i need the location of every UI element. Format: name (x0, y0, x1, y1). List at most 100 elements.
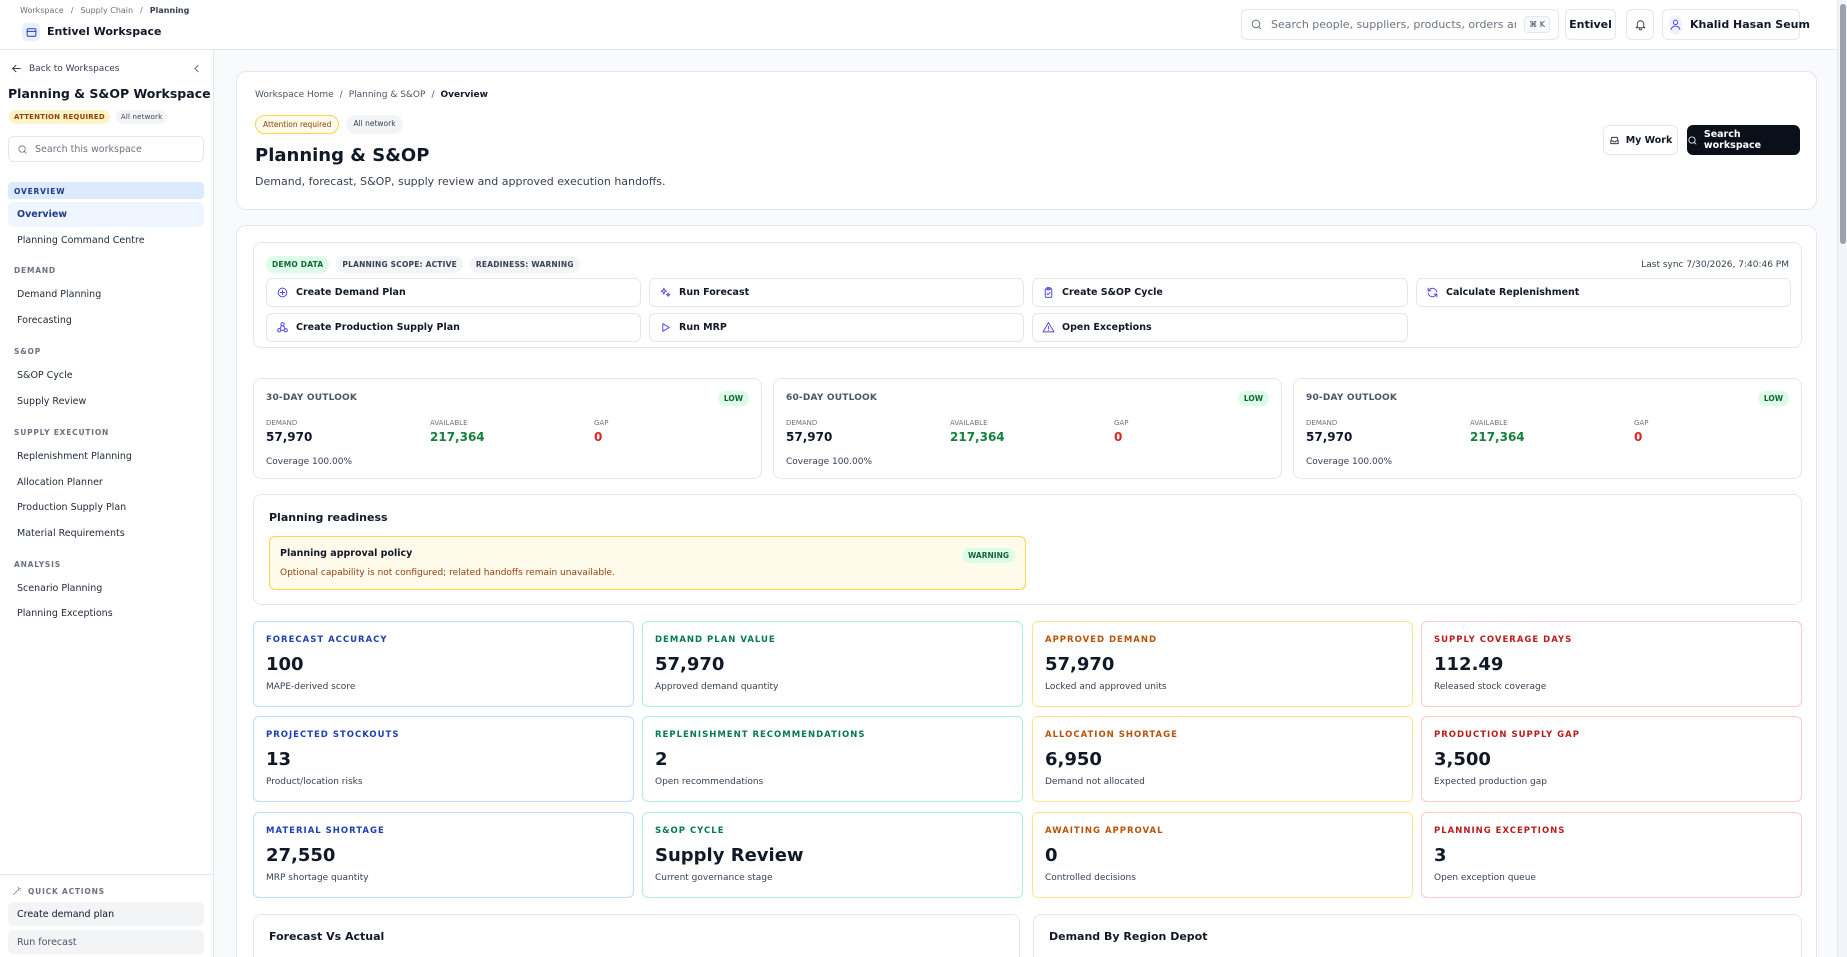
create-production-supply-plan-button[interactable]: Create Production Supply Plan (266, 313, 641, 342)
collapse-sidebar-button[interactable] (190, 62, 203, 75)
warning-badge: WARNING (961, 548, 1015, 563)
notifications-button[interactable] (1626, 9, 1654, 40)
search-icon (18, 144, 27, 154)
kpi-caption: MAPE-derived score (266, 682, 356, 692)
quick-actions-divider (0, 874, 214, 875)
run-forecast-label: Run Forecast (679, 287, 750, 298)
sidebar-item-supply-review[interactable]: Supply Review (17, 396, 86, 407)
search-workspace-button[interactable]: Search workspace (1687, 125, 1800, 155)
open-exceptions-label: Open Exceptions (1062, 322, 1152, 333)
wand-icon (13, 886, 22, 895)
demand-value: 57,970 (266, 430, 313, 444)
breadcrumb: Workspace Home / Planning & S&OP / Overvie… (255, 90, 488, 100)
kpi-production-supply-gap[interactable]: PRODUCTION SUPPLY GAP 3,500 Expected produ… (1421, 716, 1802, 802)
workspace-name[interactable]: Entivel Workspace (47, 25, 161, 38)
sidebar-item-demand-planning[interactable]: Demand Planning (17, 289, 101, 300)
kpi-value: 0 (1045, 845, 1058, 866)
coverage: Coverage 100.00% (786, 457, 873, 467)
kpi-allocation-shortage[interactable]: ALLOCATION SHORTAGE 6,950 Demand not alloc… (1032, 716, 1413, 802)
kpi-awaiting-approval[interactable]: AWAITING APPROVAL 0 Controlled decisions (1032, 812, 1413, 898)
breadcrumb-supply-chain[interactable]: Supply Chain (80, 6, 133, 15)
page-scrollbar[interactable] (1837, 0, 1847, 957)
overview-panel: DEMO DATA PLANNING SCOPE: ACTIVE READINE… (236, 225, 1817, 957)
scrollbar-thumb[interactable] (1840, 4, 1846, 244)
kpi-planning-exceptions[interactable]: PLANNING EXCEPTIONS 3 Open exception queue (1421, 812, 1802, 898)
create-demand-plan-button[interactable]: Create Demand Plan (266, 278, 641, 307)
clipboard-icon (1044, 287, 1053, 298)
outlook-card-30: 30-DAY OUTLOOK LOW DEMAND 57,970 AVAILAB… (253, 378, 762, 479)
kpi-supply-coverage-days[interactable]: SUPPLY COVERAGE DAYS 112.49 Released stock… (1421, 621, 1802, 707)
kpi-sop-cycle[interactable]: S&OP CYCLE Supply Review Current governanc… (642, 812, 1023, 898)
sidebar-item-allocation-planner[interactable]: Allocation Planner (17, 477, 103, 488)
sidebar-item-sop-cycle[interactable]: S&OP Cycle (17, 370, 73, 381)
coverage: Coverage 100.00% (266, 457, 353, 467)
kpi-projected-stockouts[interactable]: PROJECTED STOCKOUTS 13 Product/location ri… (253, 716, 634, 802)
kpi-material-shortage[interactable]: MATERIAL SHORTAGE 27,550 MRP shortage quan… (253, 812, 634, 898)
global-search-input[interactable]: Search people, suppliers, products, orde… (1241, 9, 1559, 40)
kpi-approved-demand[interactable]: APPROVED DEMAND 57,970 Locked and approved… (1032, 621, 1413, 707)
search-shortcut: ⌘ K (1524, 16, 1550, 33)
inbox-icon (1610, 136, 1619, 144)
kpi-caption: Current governance stage (655, 873, 773, 883)
kpi-demand-plan-value[interactable]: DEMAND PLAN VALUE 57,970 Approved demand q… (642, 621, 1023, 707)
chart-title: Forecast Vs Actual (269, 930, 385, 943)
kpi-replenishment-recommendations[interactable]: REPLENISHMENT RECOMMENDATIONS 2 Open recom… (642, 716, 1023, 802)
policy-title: Planning approval policy (280, 548, 413, 559)
section-analysis: ANALYSIS (14, 560, 61, 569)
outlook-risk-badge: LOW (1237, 391, 1269, 406)
sidebar-item-planning-command-centre[interactable]: Planning Command Centre (17, 235, 145, 246)
run-forecast-button[interactable]: Run Forecast (649, 278, 1024, 307)
quick-actions-label: QUICK ACTIONS (28, 886, 105, 896)
quick-actions-heading: QUICK ACTIONS (12, 886, 105, 896)
demand-label: DEMAND (786, 419, 818, 427)
breadcrumb-workspace-home[interactable]: Workspace Home (255, 90, 334, 100)
workspace-search-placeholder: Search this workspace (35, 143, 142, 155)
back-to-workspaces-link[interactable]: Back to Workspaces (10, 62, 120, 75)
kpi-label: PRODUCTION SUPPLY GAP (1434, 730, 1580, 740)
chevron-left-icon (194, 64, 199, 73)
planning-scope-badge: PLANNING SCOPE: ACTIVE (336, 256, 463, 273)
run-mrp-label: Run MRP (679, 322, 727, 333)
sparkles-icon (660, 287, 671, 297)
sidebar-item-overview[interactable]: Overview (8, 202, 204, 227)
kpi-value: Supply Review (655, 845, 804, 866)
kpi-caption: Locked and approved units (1045, 682, 1167, 692)
user-menu-button[interactable]: Khalid Hasan Seum (1662, 9, 1810, 40)
calculate-replenishment-button[interactable]: Calculate Replenishment (1416, 278, 1791, 307)
demand-value: 57,970 (1306, 430, 1353, 444)
create-sop-cycle-button[interactable]: Create S&OP Cycle (1032, 278, 1408, 307)
workspace-search-input[interactable]: Search this workspace (8, 136, 204, 162)
kpi-caption: Approved demand quantity (655, 682, 779, 692)
kpi-value: 57,970 (1045, 654, 1115, 675)
sidebar-item-scenario-planning[interactable]: Scenario Planning (17, 583, 102, 594)
available-label: AVAILABLE (1470, 419, 1508, 427)
kpi-forecast-accuracy[interactable]: FORECAST ACCURACY 100 MAPE-derived score (253, 621, 634, 707)
sidebar-item-replenishment-planning[interactable]: Replenishment Planning (17, 451, 132, 462)
coverage: Coverage 100.00% (1306, 457, 1393, 467)
breadcrumb-workspace[interactable]: Workspace (20, 6, 64, 15)
my-work-button[interactable]: My Work (1603, 125, 1678, 155)
kpi-value: 2 (655, 749, 668, 770)
status-badges: DEMO DATA PLANNING SCOPE: ACTIVE READINE… (266, 256, 580, 273)
kpi-label: SUPPLY COVERAGE DAYS (1434, 635, 1573, 645)
search-workspace-label: Search workspace (1703, 129, 1762, 151)
kpi-caption: Open exception queue (1434, 873, 1536, 883)
quick-action-create-demand-plan[interactable]: Create demand plan (8, 902, 204, 926)
quick-action-run-forecast[interactable]: Run forecast (8, 930, 204, 954)
forecast-vs-actual-card: Forecast Vs Actual (253, 914, 1020, 957)
approval-policy-alert: Planning approval policy Optional capabi… (269, 536, 1026, 590)
sidebar-item-production-supply-plan[interactable]: Production Supply Plan (17, 502, 126, 513)
available-value: 217,364 (430, 430, 485, 444)
run-mrp-button[interactable]: Run MRP (649, 313, 1024, 342)
kpi-caption: Released stock coverage (1434, 682, 1547, 692)
sidebar-item-planning-exceptions[interactable]: Planning Exceptions (17, 608, 113, 619)
page-title: Planning & S&OP (255, 145, 430, 166)
section-sop: S&OP (14, 347, 42, 356)
gap-label: GAP (594, 419, 609, 427)
sidebar-item-forecasting[interactable]: Forecasting (17, 315, 72, 326)
breadcrumb-planning-sop[interactable]: Planning & S&OP (349, 90, 426, 100)
brand-switcher-button[interactable]: Entivel (1565, 9, 1616, 40)
sidebar-item-material-requirements[interactable]: Material Requirements (17, 528, 125, 539)
demand-label: DEMAND (266, 419, 298, 427)
open-exceptions-button[interactable]: Open Exceptions (1032, 313, 1408, 342)
